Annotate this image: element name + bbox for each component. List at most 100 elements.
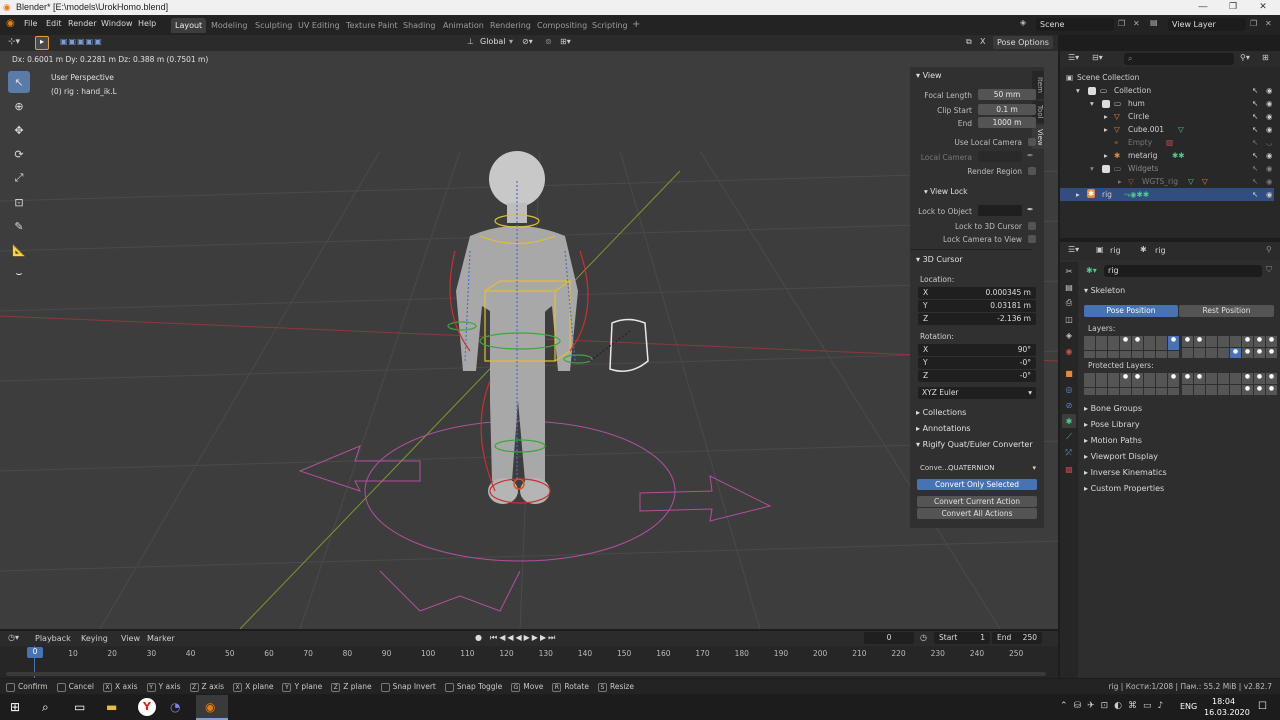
select-arrow-icon[interactable]: ↖ [1252, 86, 1258, 95]
bone-tab-icon[interactable]: ⟋ [1062, 430, 1076, 444]
tab-rendering[interactable]: Rendering [486, 18, 535, 33]
file-explorer-icon[interactable]: ▬ [106, 700, 117, 714]
menu-view[interactable]: View [121, 634, 140, 643]
eye-icon[interactable]: ◉ [1266, 177, 1273, 186]
layers-grid-right[interactable]: ● ● ● ● ● ● ● ● ● [1182, 336, 1277, 358]
lock-to-object-field[interactable] [978, 205, 1022, 216]
annotate-tool-icon[interactable]: ✎ [8, 215, 30, 237]
outliner-row[interactable]: ▾ ▭ Widgets ↖ ◉ [1060, 162, 1274, 175]
rigify-panel-title[interactable]: ▾ Rigify Quat/Euler Converter [916, 440, 1033, 449]
scale-tool-icon[interactable]: ⤢ [8, 167, 30, 189]
menu-help[interactable]: Help [138, 19, 156, 28]
bone-groups-panel[interactable]: ▸ Bone Groups [1084, 404, 1142, 413]
maximize-button[interactable]: ❐ [1218, 1, 1248, 14]
select-box-icon[interactable]: ▸ [35, 36, 49, 50]
outliner-row[interactable]: ▸ ▽ Cube.001 ▽ ↖ ◉ [1060, 123, 1274, 136]
outliner-row[interactable]: ⌖ Empty ▨ ↖ ◡ [1060, 136, 1274, 149]
clip-end-field[interactable]: 1000 m [978, 117, 1036, 128]
timeline-scrollbar[interactable] [6, 672, 1046, 676]
select-mode-icons[interactable]: ▣▣▣▣▣ [60, 37, 103, 46]
convert-all-actions-button[interactable]: Convert All Actions [917, 508, 1037, 519]
delete-view-layer-icon[interactable]: ✕ [1265, 19, 1272, 28]
new-view-layer-icon[interactable]: ❐ [1250, 19, 1257, 28]
close-button[interactable]: ✕ [1248, 1, 1278, 14]
menu-file[interactable]: File [24, 19, 37, 28]
select-arrow-icon[interactable]: ↖ [1252, 112, 1258, 121]
convert-current-action-button[interactable]: Convert Current Action [917, 496, 1037, 507]
eyedropper-icon[interactable]: ✒ [1027, 151, 1034, 160]
playback-controls[interactable]: ⏮◀◀◀▶▶▶⏭ [490, 633, 557, 643]
system-tray-icons[interactable]: ⌃⛁✈⊡◐⌘▭♪ [1060, 701, 1169, 711]
blender-taskbar-button[interactable]: ◉ [196, 695, 228, 720]
scene-tab-icon[interactable]: ◈ [1062, 328, 1076, 342]
data-name-field[interactable]: rig [1104, 265, 1262, 277]
clock-icon[interactable]: ◷▾ [8, 633, 19, 642]
pin-icon[interactable]: ⚲ [1266, 245, 1272, 254]
eye-icon[interactable]: ◉ [1266, 99, 1273, 108]
move-tool-icon[interactable]: ✥ [8, 119, 30, 141]
playhead[interactable]: 0 [27, 647, 43, 658]
input-language[interactable]: ENG [1180, 702, 1197, 711]
layers-grid-left[interactable]: ● ● ● [1084, 336, 1179, 358]
clock-date[interactable]: 16.03.2020 [1204, 708, 1250, 717]
outliner-row[interactable]: ▸ ▽ WGTS_rig ▽ ▽ ↖ ◉ [1060, 175, 1274, 188]
world-tab-icon[interactable]: ◉ [1062, 344, 1076, 358]
x-mirror-toggle[interactable]: X [980, 37, 985, 46]
measure-tool-icon[interactable]: 📐 [8, 239, 30, 261]
eye-icon[interactable]: ◉ [1266, 190, 1273, 199]
eye-icon[interactable]: ◉ [1266, 86, 1273, 95]
transform-tool-icon[interactable]: ⊡ [8, 191, 30, 213]
outliner-row[interactable]: ▸ ✱ metarig ✱✱ ↖ ◉ [1060, 149, 1274, 162]
cursor-rotation-x[interactable]: X 90° [918, 344, 1036, 356]
menu-marker[interactable]: Marker [147, 634, 175, 643]
tool-tab-icon[interactable]: ✂ [1062, 264, 1076, 278]
include-checkbox[interactable] [1102, 165, 1110, 173]
bone-roll-tool-icon[interactable]: ⌣ [8, 263, 30, 285]
display-mode-icon[interactable]: ⊟▾ [1092, 53, 1103, 62]
delete-scene-icon[interactable]: ✕ [1133, 19, 1140, 28]
new-collection-icon[interactable]: ⊞ [1262, 53, 1269, 62]
outliner-search-input[interactable]: ⌕ [1124, 53, 1234, 65]
tab-texture-paint[interactable]: Texture Paint [342, 18, 402, 33]
editor-type-icon[interactable]: ☰▾ [1068, 53, 1079, 62]
cursor-rotation-z[interactable]: Z -0° [918, 370, 1036, 382]
new-scene-icon[interactable]: ❐ [1118, 19, 1125, 28]
tab-scripting[interactable]: Scripting [588, 18, 632, 33]
messenger-icon[interactable]: ◔ [170, 700, 180, 714]
eye-icon[interactable]: ◉ [1266, 151, 1273, 160]
fake-user-shield-icon[interactable]: ⛉ [1266, 265, 1272, 275]
record-icon[interactable]: ● [475, 633, 482, 642]
convert-only-selected-button[interactable]: Convert Only Selected [917, 479, 1037, 490]
tab-modeling[interactable]: Modeling [207, 18, 251, 33]
clip-start-field[interactable]: 0.1 m [978, 104, 1036, 115]
view-panel-title[interactable]: ▾ View [916, 71, 942, 80]
convert-mode-dropdown[interactable]: QUATERNION ▾ [948, 462, 1036, 474]
snap-icon[interactable]: ⊚ [545, 37, 552, 46]
menu-window[interactable]: Window [101, 19, 133, 28]
custom-properties-panel[interactable]: ▸ Custom Properties [1084, 484, 1164, 493]
motion-paths-panel[interactable]: ▸ Motion Paths [1084, 436, 1142, 445]
rest-position-button[interactable]: Rest Position [1179, 305, 1274, 317]
start-frame-field[interactable]: Start 1 [934, 632, 990, 644]
lock-to-3d-cursor-checkbox[interactable] [1028, 222, 1036, 230]
pose-position-button[interactable]: Pose Position [1084, 305, 1178, 317]
include-checkbox[interactable] [1102, 100, 1110, 108]
filter-icon[interactable]: ⚲▾ [1240, 53, 1250, 62]
lock-camera-to-view-checkbox[interactable] [1028, 235, 1036, 243]
pose-options-dropdown[interactable]: Pose Options [993, 36, 1053, 49]
focal-length-field[interactable]: 50 mm [978, 89, 1036, 100]
eye-icon[interactable]: ◉ [1266, 125, 1273, 134]
add-workspace-icon[interactable]: + [628, 16, 644, 31]
output-tab-icon[interactable]: ⎙ [1062, 296, 1076, 310]
select-arrow-icon[interactable]: ↖ [1252, 138, 1258, 147]
cursor-rotation-y[interactable]: Y -0° [918, 357, 1036, 369]
select-arrow-icon[interactable]: ↖ [1252, 151, 1258, 160]
armature-data-tab-icon[interactable]: ✱ [1062, 414, 1076, 428]
timeline-ruler[interactable]: 10 20 30 40 50 60 70 80 90 100 110 120 130 140 150 160 1… [0, 646, 1058, 678]
mirror-icon[interactable]: ⧉ [966, 37, 972, 47]
protected-layers-grid-right[interactable]: ● ● ● ● ● ● ● ● [1182, 373, 1277, 395]
collections-panel-title[interactable]: ▸ Collections [916, 408, 966, 417]
search-icon[interactable]: ⌕ [42, 700, 49, 715]
view-layer-selector[interactable]: View Layer [1168, 18, 1246, 31]
tab-shading[interactable]: Shading [399, 18, 440, 33]
